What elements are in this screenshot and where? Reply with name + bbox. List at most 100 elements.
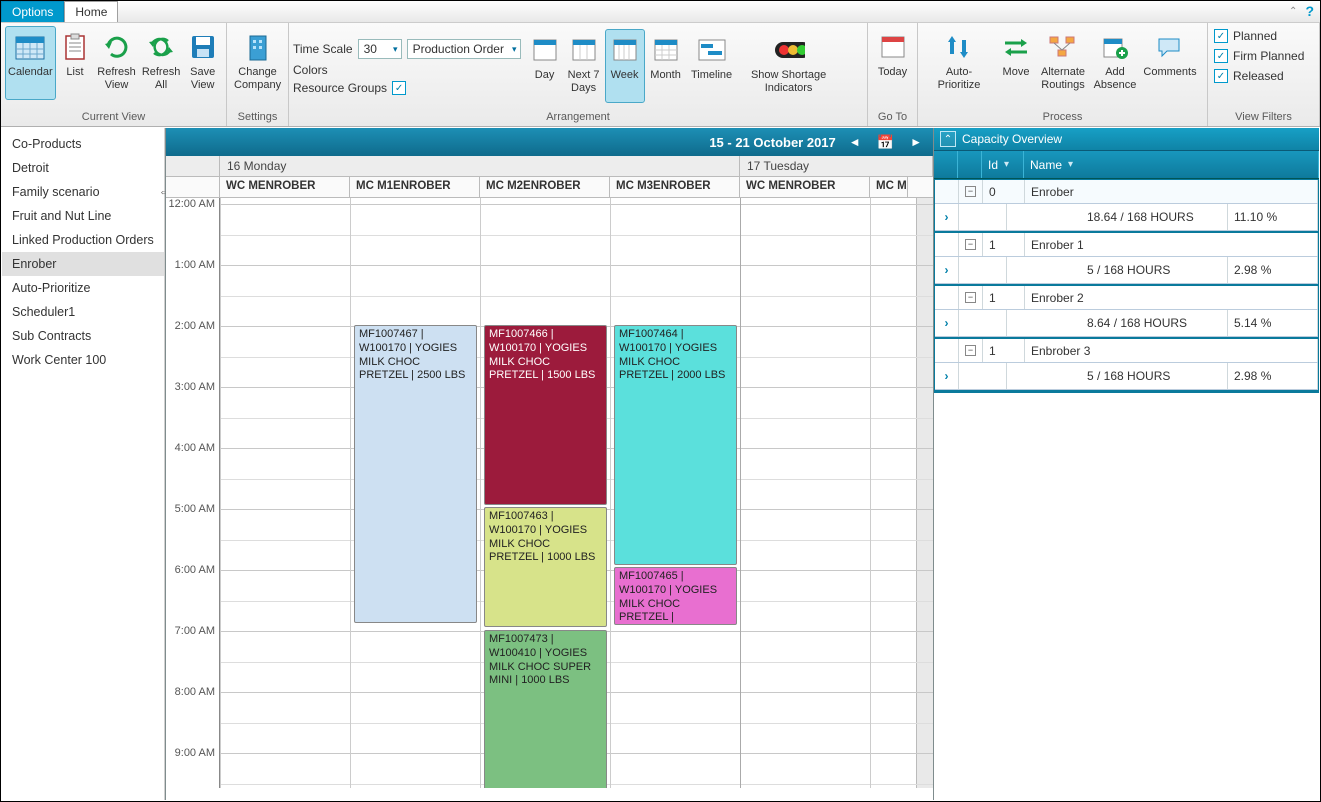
- tab-home[interactable]: Home: [64, 1, 118, 22]
- next-week-icon[interactable]: ►: [907, 135, 925, 149]
- help-icon[interactable]: ?: [1305, 3, 1314, 19]
- cap-col-name[interactable]: Name: [1030, 158, 1062, 172]
- nav-item-auto-prioritize[interactable]: Auto-Prioritize: [2, 276, 164, 300]
- comments-button[interactable]: Comments: [1140, 26, 1200, 100]
- move-button[interactable]: Move: [996, 26, 1036, 100]
- nav-item-sub-contracts[interactable]: Sub Contracts: [2, 324, 164, 348]
- clipboard-icon: [59, 31, 91, 63]
- add-absence-button[interactable]: Add Absence: [1090, 26, 1140, 100]
- collapse-row-icon[interactable]: −: [965, 292, 976, 303]
- res-hdr-m3[interactable]: MC M3ENROBER: [610, 177, 740, 197]
- change-company-label: Change Company: [234, 66, 281, 91]
- appointment-a6[interactable]: MF1007465 | W100170 | YOGIES MILK CHOC P…: [614, 567, 737, 625]
- nav-item-linked-po[interactable]: Linked Production Orders: [2, 228, 164, 252]
- firm-planned-checkbox[interactable]: ✓: [1214, 49, 1228, 63]
- change-company-button[interactable]: Change Company: [231, 26, 284, 100]
- time-label: 8:00 AM: [175, 686, 215, 698]
- time-scale-select[interactable]: 30: [358, 39, 402, 59]
- timeline-icon: [696, 34, 728, 66]
- date-picker-icon[interactable]: 📅: [874, 134, 897, 151]
- day-label: Day: [535, 69, 555, 82]
- scrollbar[interactable]: [916, 198, 933, 788]
- tab-options[interactable]: Options: [1, 1, 64, 22]
- nav-item-co-products[interactable]: Co-Products: [2, 132, 164, 156]
- appointment-a1[interactable]: MF1007467 | W100170 | YOGIES MILK CHOC P…: [354, 325, 477, 623]
- chevron-right-icon[interactable]: ›: [935, 257, 959, 283]
- today-label: Today: [878, 66, 907, 79]
- cap-row-hours: 8.64 / 168 HOURS: [1007, 310, 1228, 336]
- filter-icon[interactable]: ▾: [1068, 159, 1073, 170]
- today-button[interactable]: Today: [872, 26, 913, 100]
- month-icon: [650, 34, 682, 66]
- day-header-mon[interactable]: 16 Monday: [220, 156, 740, 176]
- chevron-right-icon[interactable]: ›: [935, 310, 959, 336]
- show-shortage-label: Show Shortage Indicators: [740, 69, 838, 94]
- res-hdr-wc-tue[interactable]: WC MENROBER: [740, 177, 870, 197]
- save-view-label: Save View: [186, 66, 219, 91]
- filter-icon[interactable]: ▾: [1004, 159, 1009, 170]
- alt-routings-button[interactable]: Alternate Routings: [1036, 26, 1090, 100]
- capacity-collapse-icon[interactable]: ⌃: [940, 131, 956, 147]
- refresh-all-button[interactable]: Refresh All: [139, 26, 184, 100]
- refresh-icon: [101, 31, 133, 63]
- next7-button[interactable]: Next 7 Days: [563, 29, 605, 103]
- collapse-row-icon[interactable]: −: [965, 345, 976, 356]
- res-hdr-m2[interactable]: MC M2ENROBER: [480, 177, 610, 197]
- show-shortage-button[interactable]: Show Shortage Indicators: [737, 29, 841, 103]
- chevron-right-icon[interactable]: ›: [935, 204, 959, 230]
- cap-row-name: Enrober: [1025, 180, 1318, 203]
- scheduler-header: 15 - 21 October 2017 ◄ 📅 ►: [166, 128, 933, 156]
- resource-groups-checkbox[interactable]: ✓: [392, 81, 406, 95]
- time-label: 9:00 AM: [175, 747, 215, 759]
- nav-item-work-center-100[interactable]: Work Center 100: [2, 348, 164, 372]
- appointment-a3[interactable]: MF1007463 | W100170 | YOGIES MILK CHOC P…: [484, 507, 607, 627]
- add-absence-label: Add Absence: [1093, 66, 1137, 91]
- appointment-a2[interactable]: MF1007466 | W100170 | YOGIES MILK CHOC P…: [484, 325, 607, 505]
- cap-row-hours: 18.64 / 168 HOURS: [1007, 204, 1228, 230]
- res-hdr-m1-tue[interactable]: MC M: [870, 177, 908, 197]
- nav-item-family-scenario[interactable]: Family scenario: [2, 180, 164, 204]
- nav-item-enrober[interactable]: Enrober: [2, 252, 164, 276]
- alt-routings-label: Alternate Routings: [1039, 66, 1087, 91]
- appointment-a4[interactable]: MF1007473 | W100410 | YOGIES MILK CHOC S…: [484, 630, 607, 788]
- month-button[interactable]: Month: [645, 29, 687, 103]
- nav-item-detroit[interactable]: Detroit: [2, 156, 164, 180]
- production-order-select[interactable]: Production Order: [407, 39, 521, 59]
- list-button[interactable]: List: [56, 26, 95, 100]
- refresh-view-button[interactable]: Refresh View: [94, 26, 139, 100]
- nav-item-scheduler1[interactable]: Scheduler1: [2, 300, 164, 324]
- nav-item-fruit-nut-line[interactable]: Fruit and Nut Line: [2, 204, 164, 228]
- res-hdr-m1[interactable]: MC M1ENROBER: [350, 177, 480, 197]
- timeline-button[interactable]: Timeline: [687, 29, 737, 103]
- goto-group-label: Go To: [868, 109, 917, 126]
- week-button[interactable]: Week: [605, 29, 645, 103]
- collapse-row-icon[interactable]: −: [965, 239, 976, 250]
- time-label: 3:00 AM: [175, 381, 215, 393]
- process-group-label: Process: [918, 109, 1207, 126]
- save-view-button[interactable]: Save View: [183, 26, 222, 100]
- released-checkbox[interactable]: ✓: [1214, 69, 1228, 83]
- auto-prioritize-button[interactable]: Auto-Prioritize: [922, 26, 996, 100]
- calendar-button[interactable]: Calendar: [5, 26, 56, 100]
- cap-row-id: 1: [983, 286, 1025, 309]
- res-hdr-wc-mon[interactable]: WC MENROBER: [220, 177, 350, 197]
- chevron-right-icon[interactable]: ›: [935, 363, 959, 389]
- capacity-title: Capacity Overview: [962, 132, 1062, 146]
- time-label: 7:00 AM: [175, 625, 215, 637]
- appointment-a5[interactable]: MF1007464 | W100170 | YOGIES MILK CHOC P…: [614, 325, 737, 565]
- prev-week-icon[interactable]: ◄: [846, 135, 864, 149]
- cap-row-name: Enrober 1: [1025, 233, 1318, 256]
- time-label: 1:00 AM: [175, 259, 215, 271]
- cap-row-pct: 2.98 %: [1228, 257, 1318, 283]
- current-view-group-label: Current View: [1, 109, 226, 126]
- move-icon: [1000, 31, 1032, 63]
- settings-group-label: Settings: [227, 109, 288, 126]
- refresh-all-label: Refresh All: [142, 66, 181, 91]
- collapse-row-icon[interactable]: −: [965, 186, 976, 197]
- planned-checkbox[interactable]: ✓: [1214, 29, 1228, 43]
- day-header-tue[interactable]: 17 Tuesday: [740, 156, 933, 176]
- collapse-ribbon-icon[interactable]: ⌃: [1289, 6, 1297, 17]
- cap-col-id[interactable]: Id: [988, 158, 998, 172]
- left-nav: Co-Products Detroit Family scenario Frui…: [2, 128, 165, 800]
- day-button[interactable]: Day: [527, 29, 563, 103]
